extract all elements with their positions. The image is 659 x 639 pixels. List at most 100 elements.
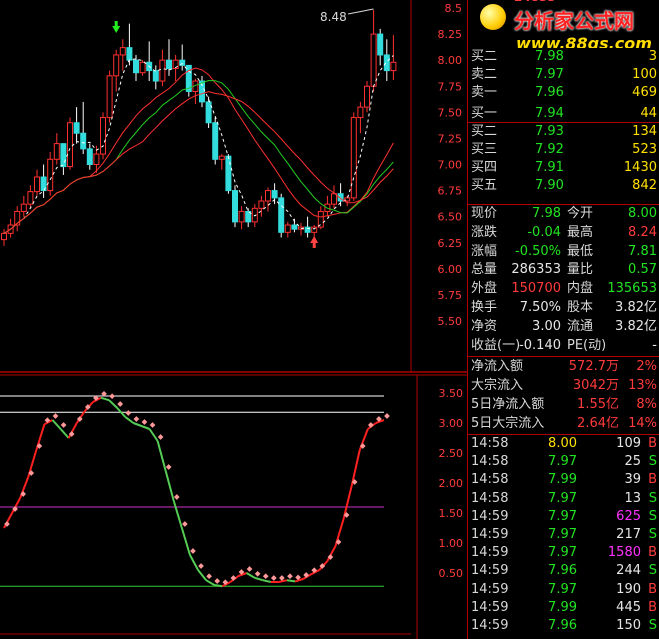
flow-row: 大宗流入 3042万 13% <box>467 377 659 395</box>
quote-label: 今开 <box>567 206 594 221</box>
order-row[interactable]: 卖一 7.96 469 <box>467 84 659 102</box>
order-row[interactable]: 卖二 7.97 100 <box>467 66 659 84</box>
flow-row: 净流入额 572.7万 2% <box>467 358 659 376</box>
order-label: 买五 <box>471 178 498 193</box>
flow-percent: 13% <box>628 378 657 393</box>
order-row[interactable]: 买二 7.93 134 <box>467 123 659 141</box>
tick-side: B <box>648 472 657 488</box>
tick-price: 7.96 <box>548 563 577 579</box>
candle-body <box>126 47 133 61</box>
order-row[interactable]: 买三 7.92 523 <box>467 141 659 159</box>
flow-value: 1.55亿 <box>577 397 619 412</box>
quote-label: 净资 <box>471 318 498 334</box>
tick-time: 14:58 <box>471 436 509 451</box>
order-volume: 134 <box>632 124 657 139</box>
quote-value: 150700 <box>511 281 561 297</box>
tick-row[interactable]: 14:59 7.97 625 S <box>467 508 659 526</box>
candle-body <box>60 143 67 168</box>
order-volume: 842 <box>632 178 657 193</box>
candle-body <box>93 153 100 165</box>
candle-body <box>67 122 73 168</box>
chart-area: 8.5 8.25 8.00 7.75 7.50 7.25 7.00 6.75 6.50 6.25 6… <box>0 0 467 639</box>
buy-arrow-stem <box>312 242 316 248</box>
quote-row: 外盘 150700 内盘 135653 <box>467 280 659 298</box>
price-axis-label: 5.50 <box>438 315 463 328</box>
logo-badge: 24833 <box>514 0 556 4</box>
tick-list: 14:58 8.00 109 B 14:58 7.97 25 S 14:58 7.99 39 B 14:… <box>467 435 659 639</box>
tick-price: 7.97 <box>548 508 577 524</box>
order-row[interactable]: 买二 7.98 3 <box>467 48 659 66</box>
candle-body <box>86 148 93 166</box>
quote-value: 7.81 <box>628 243 657 259</box>
tick-row[interactable]: 14:58 8.00 109 B <box>467 435 659 453</box>
flow-value: 3042万 <box>572 378 619 393</box>
tick-time: 14:59 <box>471 599 509 615</box>
order-volume: 469 <box>632 85 657 100</box>
candle-body <box>133 59 139 74</box>
order-row[interactable]: 买一 7.94 44 <box>467 105 659 123</box>
quote-label: 最高 <box>567 224 594 240</box>
high-marker-label: 8.48 <box>320 10 347 24</box>
tick-time: 14:59 <box>471 545 509 561</box>
price-axis-label: 6.00 <box>438 263 463 276</box>
flow-value: 572.7万 <box>568 359 619 374</box>
candle-body <box>113 54 120 77</box>
tick-row[interactable]: 14:59 7.97 217 S <box>467 526 659 544</box>
quote-row: 涨跌 -0.04 最高 8.24 <box>467 224 659 242</box>
quote-row: 总量 286353 量比 0.57 <box>467 261 659 279</box>
candle-body <box>370 33 377 87</box>
order-price: 7.97 <box>535 67 564 82</box>
tick-row[interactable]: 14:59 7.96 244 S <box>467 562 659 580</box>
tick-side: S <box>648 490 657 506</box>
order-label: 买二 <box>471 124 498 139</box>
order-row[interactable]: 买四 7.91 1430 <box>467 159 659 177</box>
flow-value: 2.64亿 <box>577 416 619 431</box>
tick-volume: 445 <box>616 599 641 615</box>
order-price: 7.93 <box>535 124 564 139</box>
order-row[interactable]: 买五 7.90 842 <box>467 177 659 195</box>
quote-label: 内盘 <box>567 281 594 297</box>
candle-body <box>119 47 126 56</box>
candle-body <box>166 59 172 70</box>
flow-divider <box>467 356 659 357</box>
quote-value: -0.140 <box>519 337 561 353</box>
tick-row[interactable]: 14:59 7.97 190 B <box>467 581 659 599</box>
candle-body <box>80 132 87 150</box>
quote-value: -0.04 <box>527 224 561 240</box>
quote-value: 286353 <box>511 262 561 278</box>
quote-row: 换手 7.50% 股本 3.82亿 <box>467 299 659 317</box>
tick-side: S <box>648 508 657 524</box>
tick-row[interactable]: 14:58 7.99 39 B <box>467 471 659 489</box>
order-volume: 44 <box>640 106 657 121</box>
tick-price: 7.99 <box>548 599 577 615</box>
tick-row[interactable]: 14:59 7.99 445 B <box>467 599 659 617</box>
candle-body <box>383 54 390 72</box>
quote-label: 流通 <box>567 318 594 334</box>
quote-value: - <box>652 337 657 353</box>
candle-body <box>159 59 166 82</box>
order-volume: 3 <box>648 49 657 64</box>
order-label: 卖一 <box>471 85 498 100</box>
candle-body <box>34 176 40 193</box>
candle-body <box>212 122 219 160</box>
flow-percent: 14% <box>628 416 657 431</box>
candle-body <box>317 210 324 228</box>
tick-volume: 109 <box>616 436 641 451</box>
tick-time: 14:59 <box>471 527 509 542</box>
tick-row[interactable]: 14:58 7.97 25 S <box>467 453 659 471</box>
tick-row[interactable]: 14:59 7.97 1580 B <box>467 544 659 562</box>
quote-label: PE(动) <box>567 337 607 353</box>
price-axis-label: 6.50 <box>438 211 463 224</box>
candle-body <box>47 158 54 192</box>
osc-axis-label: 3.00 <box>439 417 464 430</box>
osc-segment <box>286 579 296 583</box>
tick-row[interactable]: 14:58 7.97 13 S <box>467 490 659 508</box>
order-volume: 100 <box>632 67 657 82</box>
tick-price: 7.97 <box>548 581 577 597</box>
quote-value: 3.82亿 <box>615 300 657 315</box>
candle-body <box>73 122 80 134</box>
tick-side: S <box>648 618 657 633</box>
tick-row[interactable]: 14:59 7.96 150 S <box>467 617 659 635</box>
tick-time: 14:59 <box>471 563 509 579</box>
price-axis-label: 6.75 <box>438 185 463 198</box>
